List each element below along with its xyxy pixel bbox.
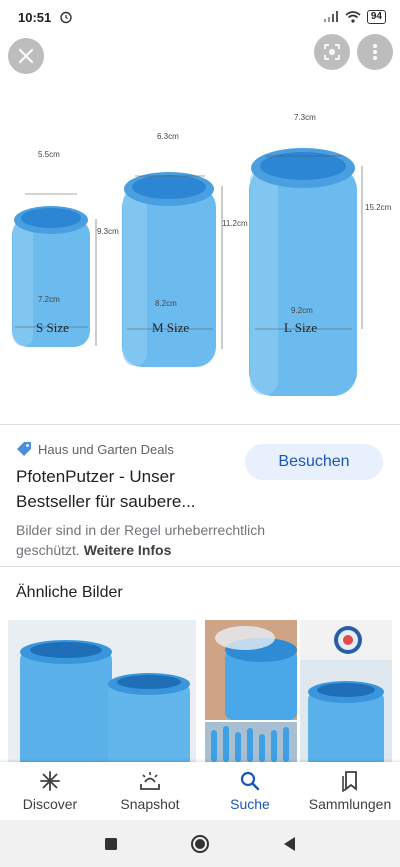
source-name: Haus und Garten Deals xyxy=(38,441,174,457)
medium-size-label: M Size xyxy=(152,320,190,335)
small-size-label: S Size xyxy=(36,320,69,335)
search-icon xyxy=(240,771,260,791)
small-height: 9.3cm xyxy=(97,227,119,236)
cups-photo xyxy=(20,640,190,762)
nav-discover-label: Discover xyxy=(22,796,78,812)
wifi-icon xyxy=(345,11,361,23)
similar-image-thumbnail[interactable] xyxy=(205,620,297,720)
close-icon xyxy=(18,48,34,64)
nav-collections[interactable]: Sammlungen xyxy=(300,762,400,820)
tag-icon xyxy=(17,442,31,456)
small-bottom-width: 7.2cm xyxy=(38,295,60,304)
battery-indicator: 94 xyxy=(366,10,386,24)
large-size-label: L Size xyxy=(284,320,318,335)
nav-collections-label: Sammlungen xyxy=(308,796,392,812)
large-top-width: 7.3cm xyxy=(294,113,316,122)
nav-snapshot-label: Snapshot xyxy=(120,796,180,812)
copyright-notice: Bilder sind in der Regel urheberrechtlic… xyxy=(16,520,316,560)
large-bottom-width: 9.2cm xyxy=(291,306,313,315)
snapshot-icon xyxy=(140,772,160,790)
nav-search[interactable]: Suche xyxy=(200,762,300,820)
status-icons: 94 xyxy=(323,10,386,24)
result-title[interactable]: PfotenPutzer - Unser Bestseller für saub… xyxy=(16,464,231,514)
divider xyxy=(0,424,400,425)
asterisk-icon xyxy=(40,771,60,791)
lens-button[interactable] xyxy=(314,34,350,70)
lens-icon xyxy=(324,44,340,60)
product-image xyxy=(12,148,363,396)
home-icon[interactable] xyxy=(190,834,210,854)
cup-photo xyxy=(308,681,384,762)
nav-discover[interactable]: Discover xyxy=(0,762,100,820)
more-info-link[interactable]: Weitere Infos xyxy=(84,542,172,558)
system-navigation-bar xyxy=(0,820,400,867)
similar-image-thumbnail[interactable] xyxy=(300,660,392,762)
nav-search-label: Suche xyxy=(230,796,270,812)
similar-image-thumbnail[interactable] xyxy=(8,620,196,762)
status-time: 10:51 xyxy=(18,9,52,25)
large-height: 15.2cm xyxy=(365,203,392,212)
alarm-icon xyxy=(60,11,72,24)
signal-icon xyxy=(323,11,338,22)
more-vert-icon xyxy=(373,44,377,60)
close-button[interactable] xyxy=(8,38,44,74)
medium-height: 11.2cm xyxy=(222,219,248,228)
image-preview: 5.5cm 9.3cm 7.2cm S Size 6.3cm 11.2cm 8.… xyxy=(0,34,400,424)
collections-icon xyxy=(342,771,357,792)
cup-medium xyxy=(122,172,223,367)
cup-large xyxy=(249,148,363,396)
nav-snapshot[interactable]: Snapshot xyxy=(100,762,200,820)
hand-cup-photo xyxy=(205,620,297,720)
back-icon[interactable] xyxy=(282,836,296,852)
bristles-photo xyxy=(205,722,297,762)
similar-images-heading: Ähnliche Bilder xyxy=(16,584,123,601)
recents-icon[interactable] xyxy=(104,837,118,851)
source-row[interactable]: Haus und Garten Deals xyxy=(16,441,174,457)
more-options-button[interactable] xyxy=(357,34,393,70)
divider xyxy=(0,566,400,567)
medium-bottom-width: 8.2cm xyxy=(155,299,177,308)
similar-image-thumbnail[interactable] xyxy=(205,722,297,762)
small-top-width: 5.5cm xyxy=(38,150,60,159)
badge-photo xyxy=(334,626,362,654)
visit-button[interactable]: Besuchen xyxy=(245,444,383,480)
status-bar: 10:51 94 xyxy=(0,0,400,34)
medium-top-width: 6.3cm xyxy=(157,132,179,141)
bottom-navigation: Discover Snapshot Suche Sammlungen xyxy=(0,762,400,820)
